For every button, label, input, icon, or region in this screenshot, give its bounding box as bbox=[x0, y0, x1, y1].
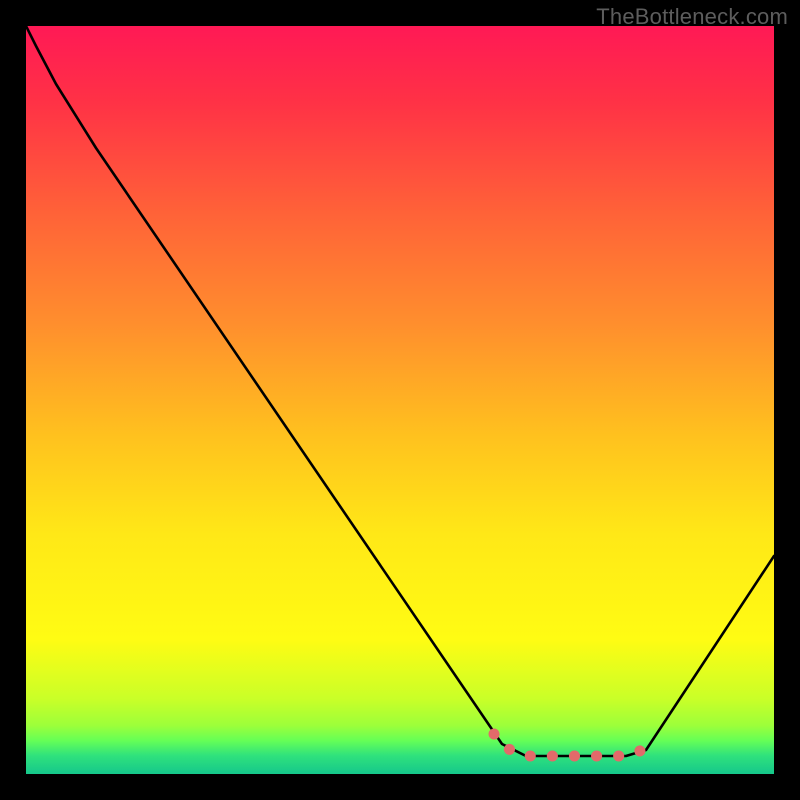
chart-frame bbox=[26, 26, 774, 774]
watermark-text: TheBottleneck.com bbox=[596, 4, 788, 30]
chart-canvas bbox=[26, 26, 774, 774]
chart-background bbox=[26, 26, 774, 774]
